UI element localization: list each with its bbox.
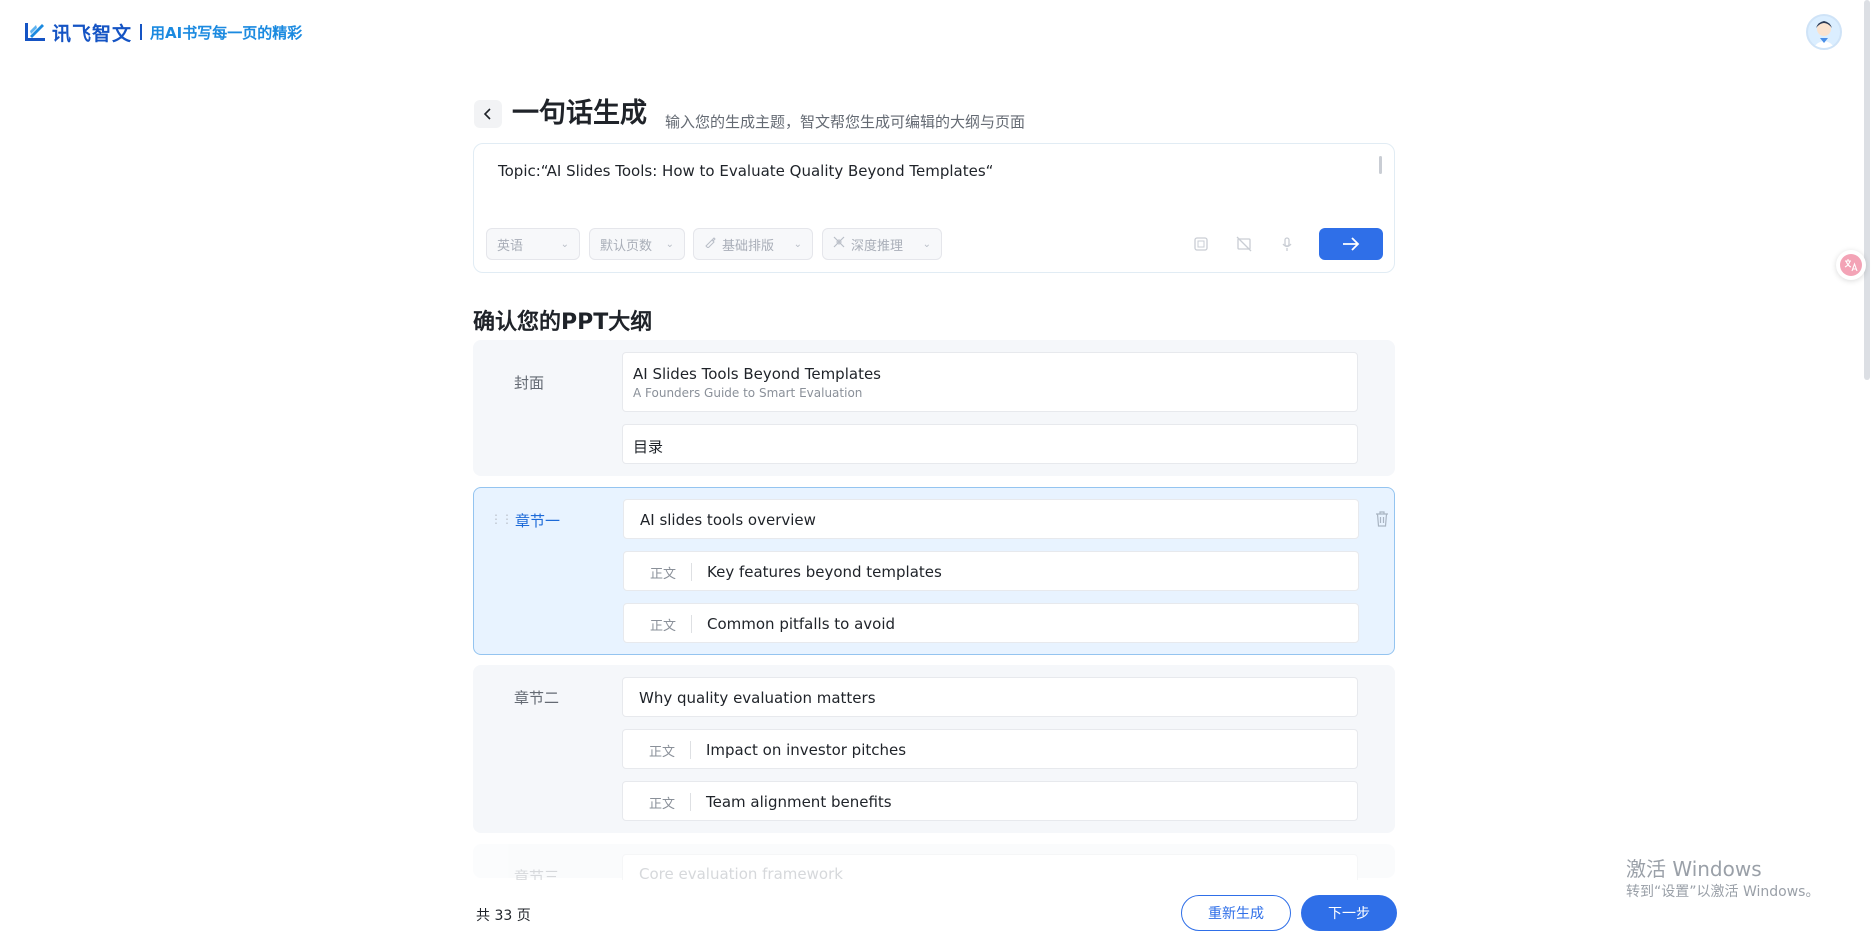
arrow-right-icon <box>1343 237 1360 251</box>
logo-slogan: 用AI书写每一页的精彩 <box>150 23 303 42</box>
language-select[interactable]: 英语 ⌄ <box>486 228 580 260</box>
outline-section-chapter-3[interactable]: 章节三 Core evaluation framework <box>473 844 1395 886</box>
translate-button[interactable] <box>1836 250 1866 280</box>
document-icon[interactable] <box>1191 234 1211 254</box>
content-kind: 正文 <box>649 797 676 812</box>
watermark-line-1: 激活 Windows <box>1626 857 1762 881</box>
back-button[interactable] <box>474 100 502 128</box>
outline-heading: 确认您的PPT大纲 <box>473 310 653 335</box>
section-label: 章节一 <box>515 512 561 530</box>
row-divider <box>691 615 692 633</box>
layout-select[interactable]: 基础排版 ⌄ <box>693 228 813 260</box>
layout-select-label: 基础排版 <box>722 238 775 254</box>
toc-row[interactable]: 目录 <box>622 424 1358 464</box>
topic-input[interactable]: Topic:“AI Slides Tools: How to Evaluate … <box>498 162 993 180</box>
cover-title-row[interactable]: AI Slides Tools Beyond Templates A Found… <box>622 352 1358 412</box>
chevron-down-icon: ⌄ <box>793 238 802 250</box>
logo-divider <box>140 24 143 40</box>
content-kind: 正文 <box>650 619 677 634</box>
send-button[interactable] <box>1319 228 1383 260</box>
reasoning-icon <box>833 236 845 252</box>
watermark-line-2: 转到“设置”以激活 Windows。 <box>1626 884 1820 900</box>
translate-icon <box>1840 254 1862 276</box>
row-divider <box>690 793 691 811</box>
logo-name: 讯飞智文 <box>52 22 133 45</box>
next-step-button[interactable]: 下一步 <box>1301 895 1397 931</box>
row-divider <box>691 563 692 581</box>
outline-section-cover: 封面 AI Slides Tools Beyond Templates A Fo… <box>473 340 1395 476</box>
content-text: Team alignment benefits <box>706 793 892 811</box>
row-divider <box>690 741 691 759</box>
outline-section-chapter-2[interactable]: 章节二 Why quality evaluation matters 正文 Im… <box>473 665 1395 833</box>
content-text: Key features beyond templates <box>707 563 942 581</box>
deep-reasoning-toggle[interactable]: 深度推理 ⌄ <box>822 228 942 260</box>
microphone-icon[interactable] <box>1277 234 1297 254</box>
chapter-title: AI slides tools overview <box>640 511 816 529</box>
page-count-select-label: 默认页数 <box>600 238 653 254</box>
chapter-title: Why quality evaluation matters <box>639 689 876 707</box>
logo-mark-icon <box>24 21 46 43</box>
cover-subtitle: A Founders Guide to Smart Evaluation <box>633 386 863 400</box>
input-scrollbar[interactable] <box>1379 156 1382 174</box>
page-count: 共 33 页 <box>476 908 531 924</box>
language-select-label: 英语 <box>497 238 524 254</box>
content-row[interactable]: 正文 Team alignment benefits <box>622 781 1358 821</box>
page-count-select[interactable]: 默认页数 ⌄ <box>589 228 685 260</box>
chevron-down-icon: ⌄ <box>922 238 931 250</box>
trash-icon[interactable] <box>1374 510 1390 528</box>
deep-reasoning-label: 深度推理 <box>851 238 904 254</box>
topic-input-card: Topic:“AI Slides Tools: How to Evaluate … <box>473 143 1395 273</box>
page-subtitle: 输入您的生成主题，智文帮您生成可编辑的大纲与页面 <box>665 113 1026 131</box>
toc-label: 目录 <box>633 438 664 456</box>
chapter-title-row[interactable]: Why quality evaluation matters <box>622 677 1358 717</box>
content-kind: 正文 <box>649 745 676 760</box>
image-icon[interactable] <box>1234 234 1254 254</box>
content-text: Impact on investor pitches <box>706 741 907 759</box>
outline-section-chapter-1[interactable]: ⋮⋮ 章节一 AI slides tools overview 正文 Key f… <box>473 487 1395 655</box>
drag-handle-icon[interactable]: ⋮⋮ <box>490 512 513 526</box>
user-avatar[interactable] <box>1806 14 1842 50</box>
page-title: 一句话生成 <box>512 98 647 129</box>
cover-title: AI Slides Tools Beyond Templates <box>633 365 881 383</box>
content-row[interactable]: 正文 Impact on investor pitches <box>622 729 1358 769</box>
brush-icon <box>704 236 716 252</box>
chapter-title-row[interactable]: AI slides tools overview <box>623 499 1359 539</box>
content-row[interactable]: 正文 Common pitfalls to avoid <box>623 603 1359 643</box>
content-kind: 正文 <box>650 567 677 582</box>
windows-activation-watermark: 激活 Windows 转到“设置”以激活 Windows。 <box>1626 856 1819 902</box>
page-scrollbar[interactable] <box>1864 0 1870 380</box>
section-label: 章节二 <box>514 689 560 707</box>
logo[interactable]: 讯飞智文 用AI书写每一页的精彩 <box>24 20 303 45</box>
chevron-down-icon: ⌄ <box>560 238 569 250</box>
chevron-left-icon <box>483 108 491 120</box>
regenerate-button[interactable]: 重新生成 <box>1181 895 1291 931</box>
app-root: 讯飞智文 用AI书写每一页的精彩 一句话生成 输入您的生成主题，智文帮您生成可编… <box>0 0 1872 948</box>
content-row[interactable]: 正文 Key features beyond templates <box>623 551 1359 591</box>
section-label: 封面 <box>514 374 545 392</box>
chevron-down-icon: ⌄ <box>665 238 674 250</box>
content-text: Common pitfalls to avoid <box>707 615 896 633</box>
